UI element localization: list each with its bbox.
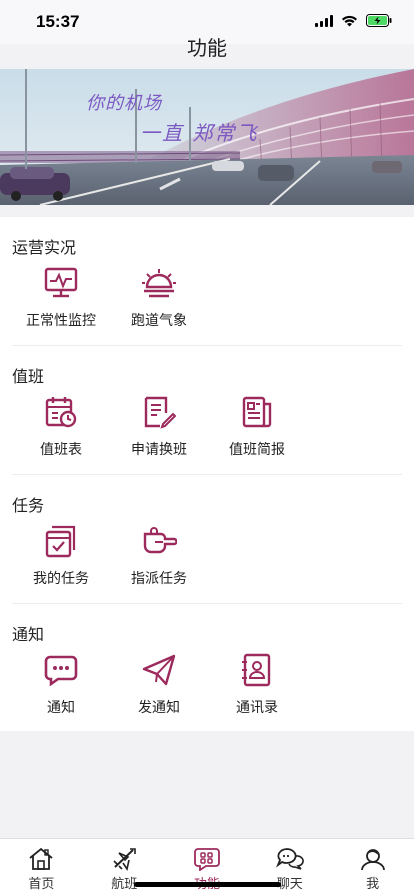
tab-me[interactable]: 我 xyxy=(331,839,414,896)
chat-icon xyxy=(275,848,304,870)
section-title: 运营实况 xyxy=(12,238,77,257)
point-hand-icon xyxy=(141,523,177,559)
item-runway-weather[interactable]: 跑道气象 xyxy=(110,265,208,330)
item-send-notification[interactable]: 发通知 xyxy=(110,652,208,717)
item-label: 指派任务 xyxy=(131,571,187,587)
page-title: 功能 xyxy=(187,35,227,60)
report-icon xyxy=(239,394,275,430)
function-panel: 运营实况 正常性监控 跑道气象 值班 值班表 申请换班 值班简报 任务 我的任务… xyxy=(0,217,414,731)
contacts-icon xyxy=(239,652,275,688)
tab-bar: 首页 航班 功能 聊天 xyxy=(0,838,414,896)
item-label: 值班简报 xyxy=(229,442,285,458)
item-duty-roster[interactable]: 值班表 xyxy=(12,394,110,459)
item-duty-briefing[interactable]: 值班简报 xyxy=(208,394,306,459)
section-tasks: 任务 我的任务 指派任务 xyxy=(12,475,402,604)
banner-image[interactable]: 你的机场 一直 郑常飞 xyxy=(0,69,414,205)
item-normality-monitor[interactable]: 正常性监控 xyxy=(12,265,110,330)
functions-icon xyxy=(194,848,220,871)
send-icon xyxy=(141,652,177,688)
tab-home[interactable]: 首页 xyxy=(0,839,83,896)
edit-document-icon xyxy=(141,394,177,430)
item-notifications[interactable]: 通知 xyxy=(12,652,110,717)
item-label: 值班表 xyxy=(40,442,82,458)
section-duty: 值班 值班表 申请换班 值班简报 xyxy=(12,346,402,475)
section-title: 通知 xyxy=(12,625,45,644)
tab-label: 首页 xyxy=(28,877,55,892)
home-icon xyxy=(29,847,53,870)
item-label: 申请换班 xyxy=(131,442,187,458)
monitor-icon xyxy=(43,265,79,301)
item-contacts[interactable]: 通讯录 xyxy=(208,652,306,717)
tab-functions[interactable]: 功能 xyxy=(166,839,249,896)
weather-icon xyxy=(141,265,177,301)
profile-icon xyxy=(360,849,385,871)
tab-chat[interactable]: 聊天 xyxy=(248,839,331,896)
message-icon xyxy=(43,652,79,688)
section-operations: 运营实况 正常性监控 跑道气象 xyxy=(12,217,402,346)
item-label: 通讯录 xyxy=(236,700,278,716)
item-label: 发通知 xyxy=(138,700,180,716)
section-notifications: 通知 通知 发通知 通讯录 xyxy=(12,604,402,733)
banner-slogan-line1: 你的机场 xyxy=(86,93,162,114)
section-title: 任务 xyxy=(12,496,45,515)
tab-label: 我 xyxy=(366,877,380,892)
flight-icon xyxy=(113,848,136,871)
item-label: 通知 xyxy=(47,700,75,716)
item-assign-task[interactable]: 指派任务 xyxy=(110,523,208,588)
item-label: 我的任务 xyxy=(33,571,89,587)
home-indicator xyxy=(134,882,281,887)
item-my-tasks[interactable]: 我的任务 xyxy=(12,523,110,588)
item-label: 跑道气象 xyxy=(131,313,187,329)
task-list-icon xyxy=(43,523,79,559)
banner-slogan-line2: 一直 郑常飞 xyxy=(140,121,259,145)
nav-bar: 功能 xyxy=(0,24,414,68)
calendar-clock-icon xyxy=(43,394,79,430)
item-label: 正常性监控 xyxy=(26,313,96,329)
tab-flights[interactable]: 航班 xyxy=(83,839,166,896)
section-title: 值班 xyxy=(12,367,45,386)
item-shift-swap[interactable]: 申请换班 xyxy=(110,394,208,459)
